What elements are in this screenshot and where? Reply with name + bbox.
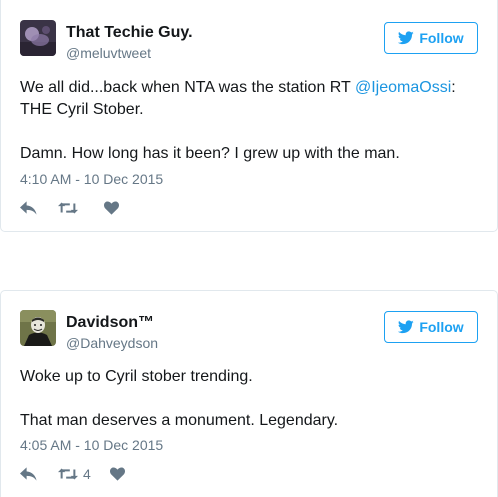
follow-button[interactable]: Follow <box>384 311 478 343</box>
timestamp[interactable]: 4:05 AM - 10 Dec 2015 <box>20 437 163 453</box>
retweet-button[interactable] <box>58 199 83 217</box>
display-name[interactable]: That Techie Guy. <box>66 24 193 42</box>
tweet-text-part: : <box>451 79 456 96</box>
like-button[interactable] <box>104 199 119 217</box>
mention-link[interactable]: @IjeomaOssi <box>355 79 451 96</box>
retweet-button[interactable]: 4 <box>58 465 91 483</box>
follow-label: Follow <box>419 30 464 46</box>
avatar[interactable] <box>20 20 56 56</box>
follow-button[interactable]: Follow <box>384 22 478 54</box>
display-name[interactable]: Davidson™ <box>66 314 154 332</box>
like-heart-icon <box>110 467 125 481</box>
retweet-icon <box>58 468 78 480</box>
reply-button[interactable] <box>20 465 37 483</box>
reply-button[interactable] <box>20 199 37 217</box>
tweet-text-line: Woke up to Cyril stober trending. <box>20 368 253 385</box>
tweet-text: Woke up to Cyril stober trending. That m… <box>20 366 480 432</box>
follow-label: Follow <box>419 319 464 335</box>
tweet-text-part: We all did...back when NTA was the stati… <box>20 79 355 96</box>
user-handle[interactable]: @meluvtweet <box>66 45 151 61</box>
tweet-text: We all did...back when NTA was the stati… <box>20 77 480 165</box>
retweet-count: 4 <box>83 466 91 482</box>
tweet-text-line: THE Cyril Stober. <box>20 101 144 118</box>
like-button[interactable] <box>110 465 125 483</box>
reply-icon <box>20 467 37 481</box>
timestamp[interactable]: 4:10 AM - 10 Dec 2015 <box>20 171 163 187</box>
tweet-text-line: Damn. How long has it been? I grew up wi… <box>20 145 400 162</box>
user-handle[interactable]: @Dahveydson <box>66 335 158 351</box>
tweet-text-line: That man deserves a monument. Legendary. <box>20 412 339 429</box>
avatar[interactable] <box>20 310 56 346</box>
like-heart-icon <box>104 201 119 215</box>
twitter-bird-icon <box>398 31 415 45</box>
reply-icon <box>20 201 37 215</box>
retweet-icon <box>58 202 78 214</box>
twitter-bird-icon <box>398 320 415 334</box>
